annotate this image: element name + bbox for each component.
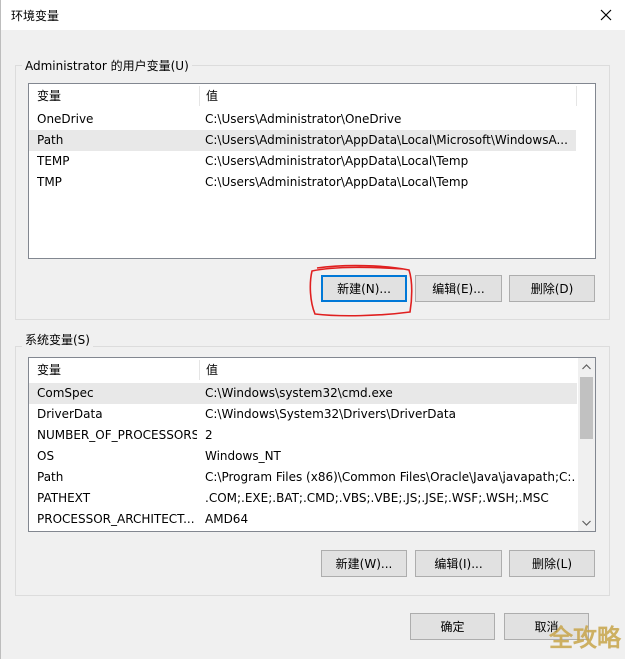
variable-value: C:\Program Files (x86)\Common Files\Orac… [205,470,575,484]
column-header-value[interactable]: 值 [200,358,576,382]
variable-name: TEMP [37,154,70,168]
variable-value: C:\Users\Administrator\AppData\Local\Mic… [205,133,568,147]
window-title: 环境变量 [11,9,60,23]
variable-value: C:\Users\Administrator\AppData\Local\Tem… [205,154,469,168]
table-row[interactable]: DriverData C:\Windows\System32\Drivers\D… [29,404,577,425]
table-row[interactable]: NUMBER_OF_PROCESSORS 2 [29,425,577,446]
table-row-selected[interactable]: ComSpec C:\Windows\system32\cmd.exe [29,383,577,404]
variable-value: C:\Windows\System32\Drivers\DriverData [205,407,456,421]
variable-value: .COM;.EXE;.BAT;.CMD;.VBS;.VBE;.JS;.JSE;.… [205,491,549,505]
scroll-up-button[interactable] [578,358,595,375]
environment-variables-dialog: 环境变量 Administrator 的用户变量(U) 变量 值 OneDriv… [0,0,625,659]
watermark-logo: 全攻略 [549,624,621,652]
variable-name: OS [37,449,55,463]
table-row-selected[interactable]: Path C:\Users\Administrator\AppData\Loca… [29,130,576,151]
table-row[interactable]: OneDrive C:\Users\Administrator\OneDrive [29,109,576,130]
close-icon [600,9,612,21]
variable-value: AMD64 [205,512,249,526]
table-row[interactable]: Path C:\Program Files (x86)\Common Files… [29,467,577,488]
user-vars-label: Administrator 的用户变量(U) [22,57,192,74]
variable-value: C:\Users\Administrator\OneDrive [205,112,402,126]
table-row[interactable]: TEMP C:\Users\Administrator\AppData\Loca… [29,151,576,172]
variable-name: OneDrive [37,112,94,126]
scrollbar-thumb[interactable] [580,377,593,439]
system-vars-list[interactable]: 变量 值 ComSpec C:\Windows\system32\cmd.exe… [28,357,596,532]
system-delete-button[interactable]: 删除(L) [509,550,595,577]
variable-value: 2 [205,428,213,442]
column-header-value[interactable]: 值 [200,84,576,108]
variable-name: Path [37,470,64,484]
user-edit-button[interactable]: 编辑(E)... [415,275,502,302]
variable-value: C:\Windows\system32\cmd.exe [205,386,393,400]
system-vars-list-header: 变量 值 [29,358,577,382]
column-header-variable[interactable]: 变量 [31,84,199,108]
variable-value: Windows_NT [205,449,281,463]
system-vars-label: 系统变量(S) [22,331,93,348]
column-header-variable[interactable]: 变量 [31,358,199,382]
variable-value: C:\Users\Administrator\AppData\Local\Tem… [205,175,469,189]
variable-name: Path [37,133,64,147]
title-bar: 环境变量 [1,0,625,30]
user-delete-button[interactable]: 删除(D) [509,275,595,302]
highlight-annotation [309,264,413,317]
user-vars-list-header: 变量 值 [29,84,595,108]
variable-name: PROCESSOR_ARCHITECT... [37,512,195,526]
variable-name: ComSpec [37,386,94,400]
scroll-down-button[interactable] [578,514,595,531]
user-vars-list[interactable]: 变量 值 OneDrive C:\Users\Administrator\One… [28,83,596,259]
chevron-up-icon [582,363,591,369]
chevron-down-icon [582,520,591,526]
table-row[interactable]: PATHEXT .COM;.EXE;.BAT;.CMD;.VBS;.VBE;.J… [29,488,577,509]
system-new-button[interactable]: 新建(W)... [321,550,407,577]
variable-name: TMP [37,175,62,189]
table-row[interactable]: PROCESSOR_ARCHITECT... AMD64 [29,509,577,530]
table-row[interactable]: OS Windows_NT [29,446,577,467]
system-edit-button[interactable]: 编辑(I)... [415,550,502,577]
variable-name: NUMBER_OF_PROCESSORS [37,428,197,442]
ok-button[interactable]: 确定 [410,613,495,640]
variable-name: DriverData [37,407,103,421]
close-button[interactable] [591,2,621,28]
table-row[interactable]: TMP C:\Users\Administrator\AppData\Local… [29,172,576,193]
vertical-scrollbar[interactable] [578,358,595,531]
variable-name: PATHEXT [37,491,91,505]
